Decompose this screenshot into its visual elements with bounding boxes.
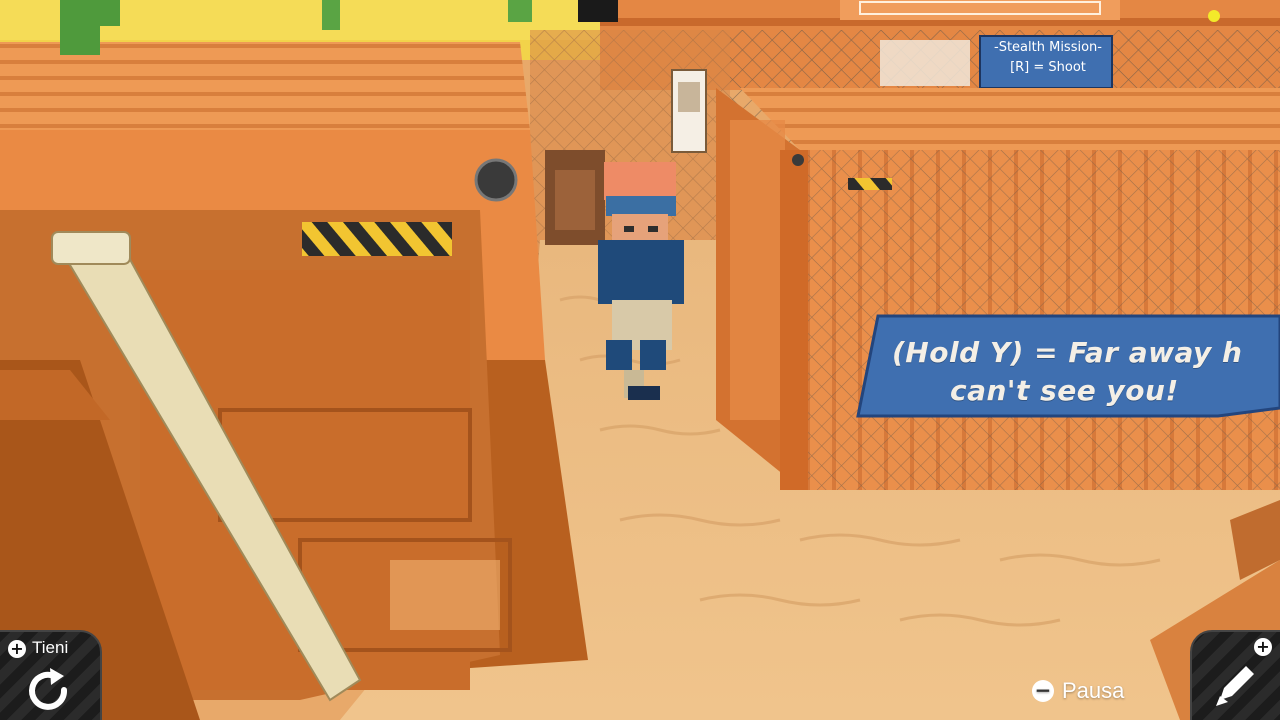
plus-button-icon-right: + [1254, 638, 1272, 656]
mission-title: -Stealth Mission- [994, 40, 1102, 55]
right-container [716, 88, 1280, 490]
pause-button[interactable]: − Pausa [1032, 678, 1124, 704]
hint-sign-line-2: can't see you! [950, 374, 1179, 407]
hold-label: Tieni [32, 638, 69, 657]
cactus [60, 0, 100, 55]
pencil-icon [1216, 666, 1254, 706]
pause-label: Pausa [1062, 678, 1125, 703]
mission-sign: -Stealth Mission- [R] = Shoot [984, 38, 1112, 86]
game-viewport[interactable]: (Hold Y) = Far away h can't see you! -St… [0, 0, 1280, 720]
container-bolt [474, 158, 518, 202]
minus-button-icon: − [1032, 680, 1054, 702]
plus-button-icon: + [8, 640, 26, 658]
hint-sign-line-1: (Hold Y) = Far away h [892, 336, 1243, 369]
right-hazard-stripe [848, 178, 892, 190]
mission-control: [R] = Shoot [1010, 60, 1086, 75]
edit-button[interactable]: + [1190, 630, 1280, 720]
rotate-icon [29, 668, 68, 710]
left-hazard-stripe [302, 222, 452, 256]
hold-button[interactable]: + Tieni [0, 630, 102, 720]
